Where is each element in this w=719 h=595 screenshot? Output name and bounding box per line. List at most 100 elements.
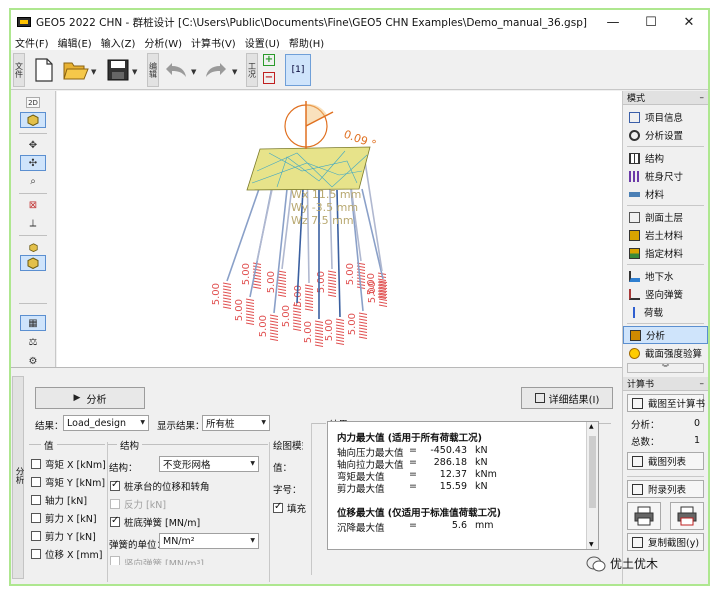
collapse-report-button[interactable]: – — [700, 379, 705, 389]
close-button[interactable]: ✕ — [670, 10, 708, 34]
drawing-area[interactable]: 5.00 5.00 5.00 5.00 5.00 5.00 5.00 5.00 5.00 5.00… — [57, 91, 622, 367]
piles-icon — [629, 170, 640, 182]
pile-shaft — [363, 154, 383, 272]
result-select[interactable]: Load_design — [63, 415, 149, 431]
analysis-icon — [630, 329, 641, 341]
copy-screenshot-button[interactable]: 复制截图(y) — [627, 533, 704, 551]
menu-help[interactable]: 帮助(H) — [289, 35, 324, 50]
screenshot-list-button[interactable]: 截图列表 — [627, 452, 704, 470]
sidebar-item-pile-dimensions[interactable]: 桩身尺寸 — [623, 167, 708, 185]
sidebar-item-assign[interactable]: 指定材料 — [623, 244, 708, 262]
menu-file[interactable]: 文件(F) — [15, 35, 49, 50]
open-folder-icon[interactable] — [63, 56, 89, 84]
sidebar-item-section-check[interactable]: 截面强度验算 — [623, 344, 708, 362]
spring-stiffness-label: 5.00 — [281, 305, 292, 327]
redo-icon[interactable] — [203, 56, 229, 84]
pan-icon[interactable]: ✥ — [20, 137, 46, 153]
scroll-up-arrow-icon[interactable]: ▲ — [589, 423, 594, 430]
play-icon: ▶ — [73, 393, 81, 403]
structure-select[interactable]: 不变形网格 — [159, 456, 259, 472]
menu-settings[interactable]: 设置(U) — [245, 35, 280, 50]
rotate-icon[interactable]: ✣ — [20, 155, 46, 171]
results-scroll-thumb[interactable] — [589, 436, 596, 508]
collapse-mode-button[interactable]: – — [700, 93, 705, 103]
results-text-box[interactable]: 内力最大值 (适用于所有荷载工况) 轴向压力最大值 = -450.43 kN 轴向拉力… — [327, 421, 599, 550]
sidebar-item-structure[interactable]: 结构 — [623, 149, 708, 167]
axes-icon[interactable]: ⟂ — [20, 215, 46, 231]
spring-icon — [629, 288, 640, 300]
sidebar-item-vertical-springs[interactable]: 竖向弹簧 — [623, 285, 708, 303]
reaction-checkbox[interactable]: 反力 [kN] — [110, 497, 166, 511]
mode-sidebar: 模式 – 项目信息 分析设置 结构 桩身尺寸 材料 剖面土层 岩土材料 指定材料 … — [622, 91, 708, 584]
shear-x-checkbox[interactable]: 剪力 X [kN] — [31, 511, 97, 525]
moment-y-checkbox[interactable]: 弯矩 Y [kNm] — [31, 475, 105, 489]
minimize-button[interactable]: — — [594, 10, 632, 34]
stage-1-button[interactable]: [1] — [285, 54, 311, 86]
sidebar-item-material[interactable]: 材料 — [623, 185, 708, 203]
view-2d-button[interactable]: 2D — [26, 97, 40, 108]
undo-dropdown-icon[interactable]: ▼ — [191, 68, 196, 76]
pile-cap — [246, 146, 371, 191]
zoom-icon[interactable]: ⌕ — [20, 173, 46, 189]
analysis-tab[interactable]: 分析 — [12, 376, 24, 579]
scale-icon[interactable]: ⚖ — [20, 334, 46, 350]
maximize-button[interactable]: ☐ — [632, 10, 670, 34]
sidebar-item-profile[interactable]: 剖面土层 — [623, 208, 708, 226]
add-screenshot-to-report-button[interactable]: 截图至计算书 — [627, 394, 705, 412]
remove-stage-button[interactable]: − — [263, 72, 275, 84]
axial-force-checkbox[interactable]: 轴力 [kN] — [31, 493, 87, 507]
sidebar-item-load[interactable]: 荷载 — [623, 303, 708, 321]
view-toolbar: 2D ✥ ✣ ⌕ ⊠ ⟂ ▦ ⚖ ⚙ — [11, 91, 56, 367]
sidebar-item-analysis[interactable]: 分析 — [623, 326, 708, 344]
shading-icon[interactable] — [20, 239, 46, 255]
table-view-icon[interactable]: ▦ — [20, 315, 46, 331]
result-row: 剪力最大值 = 15.59 kN — [337, 481, 488, 495]
analysis-count-row: 分析： 0 — [631, 418, 700, 431]
spring-unit-select[interactable]: MN/m² — [159, 533, 259, 549]
sidebar-item-soils[interactable]: 岩土材料 — [623, 226, 708, 244]
print-button[interactable] — [627, 502, 662, 530]
attachment-list-button[interactable]: 附录列表 — [627, 480, 704, 498]
menu-report[interactable]: 计算书(V) — [191, 35, 236, 50]
cap-displacement-checkbox[interactable]: 桩承台的位移和转角 — [110, 479, 210, 493]
sidebar-item-analysis-settings[interactable]: 分析设置 — [623, 126, 708, 144]
add-stage-button[interactable]: + — [263, 54, 275, 66]
redo-dropdown-icon[interactable]: ▼ — [232, 68, 237, 76]
pile-spring — [222, 282, 232, 309]
results-scrollbar[interactable]: ▲ ▼ — [586, 422, 598, 549]
pile-spring — [292, 304, 302, 331]
fill-checkbox[interactable]: 填充 — [273, 501, 306, 515]
fit-view-icon[interactable]: ⊠ — [20, 197, 46, 213]
open-dropdown-icon[interactable]: ▼ — [91, 68, 96, 76]
displacement-wz: Wz 7.5 mm — [291, 214, 354, 227]
export-pdf-button[interactable] — [669, 502, 704, 530]
analyze-button[interactable]: ▶ 分析 — [35, 387, 145, 409]
scroll-down-icon[interactable]: ︾ — [627, 363, 704, 373]
menu-input[interactable]: 输入(Z) — [101, 35, 136, 50]
undo-icon[interactable] — [163, 56, 189, 84]
displacement-x-checkbox[interactable]: 位移 X [mm] — [31, 547, 102, 561]
vertical-spring-checkbox[interactable]: 竖向弹簧 [MN/m³] — [110, 556, 204, 565]
base-spring-checkbox[interactable]: 桩底弹簧 [MN/m] — [110, 515, 200, 529]
attachment-icon — [632, 483, 643, 495]
detailed-results-button[interactable]: 详细结果(I) — [521, 387, 613, 409]
menu-analysis[interactable]: 分析(W) — [144, 35, 182, 50]
view-3d-button[interactable] — [20, 112, 46, 128]
moment-x-checkbox[interactable]: 弯矩 X [kNm] — [31, 457, 106, 471]
gear-icon — [629, 129, 640, 141]
solid-render-icon[interactable] — [20, 255, 46, 271]
shear-y-checkbox[interactable]: 剪力 Y [kN] — [31, 529, 96, 543]
result-label: 结果： — [35, 421, 64, 432]
new-file-icon[interactable] — [31, 56, 57, 84]
watermark: 优土优木 — [586, 555, 658, 572]
save-dropdown-icon[interactable]: ▼ — [132, 68, 137, 76]
pile-spring — [245, 298, 255, 325]
sidebar-item-water[interactable]: 地下水 — [623, 267, 708, 285]
screenshot-list-icon — [632, 455, 643, 467]
pile-shaft — [273, 188, 288, 314]
scroll-down-arrow-icon[interactable]: ▼ — [589, 541, 594, 548]
menu-edit[interactable]: 编辑(E) — [58, 35, 92, 50]
show-results-select[interactable]: 所有桩 — [202, 415, 270, 431]
sidebar-item-project-info[interactable]: 项目信息 — [623, 108, 708, 126]
save-icon[interactable] — [105, 56, 131, 84]
